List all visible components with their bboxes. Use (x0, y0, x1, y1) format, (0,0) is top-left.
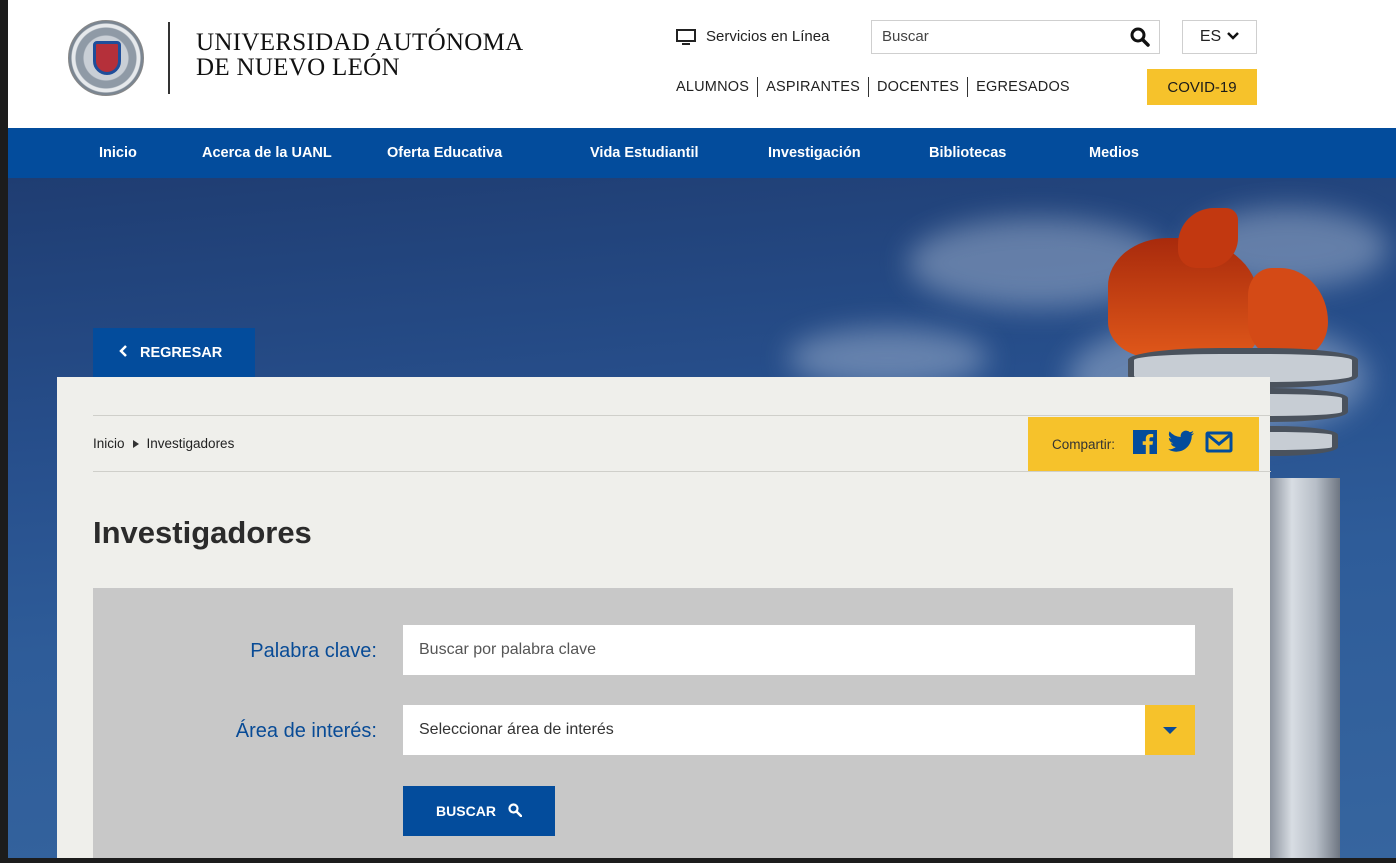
university-name[interactable]: UNIVERSIDAD AUTÓNOMA DE NUEVO LEÓN (196, 30, 524, 80)
share-bar: Compartir: (1028, 417, 1259, 471)
university-name-line2: DE NUEVO LEÓN (196, 54, 400, 81)
university-name-line1: UNIVERSIDAD AUTÓNOMA (196, 29, 524, 56)
back-button-label: REGRESAR (140, 345, 223, 361)
search-icon (508, 802, 523, 820)
university-seal-logo[interactable] (68, 20, 144, 96)
search-button[interactable]: BUSCAR (403, 786, 555, 836)
seal-shield-icon (93, 41, 121, 75)
nav-item-vida-estudiantil[interactable]: Vida Estudiantil (590, 145, 699, 161)
divider (93, 471, 1271, 472)
site-search (871, 20, 1160, 54)
site-search-input[interactable] (882, 28, 1112, 45)
area-select[interactable]: Seleccionar área de interés (403, 705, 1195, 755)
header-divider (168, 22, 170, 94)
search-icon[interactable] (1130, 27, 1150, 47)
frame-bottom-edge (0, 858, 1396, 863)
facebook-icon[interactable] (1133, 429, 1158, 459)
online-services-label: Servicios en Línea (706, 28, 830, 45)
link-aspirantes[interactable]: ASPIRANTES (766, 79, 860, 95)
link-alumnos[interactable]: ALUMNOS (676, 79, 749, 95)
main-nav: Inicio Acerca de la UANL Oferta Educativ… (8, 128, 1396, 178)
breadcrumb-current: Investigadores (146, 436, 235, 451)
nav-item-inicio[interactable]: Inicio (99, 145, 137, 161)
divider (93, 415, 1271, 416)
caret-down-icon (1163, 726, 1177, 734)
link-egresados[interactable]: EGRESADOS (976, 79, 1070, 95)
nav-item-investigacion[interactable]: Investigación (768, 145, 861, 161)
monitor-icon (676, 28, 696, 45)
link-separator (967, 77, 969, 97)
online-services-link[interactable]: Servicios en Línea (676, 28, 829, 45)
language-label: ES (1199, 28, 1222, 45)
twitter-icon[interactable] (1167, 430, 1195, 459)
area-select-toggle[interactable] (1145, 705, 1195, 755)
keyword-input[interactable] (403, 625, 1195, 675)
search-form: Palabra clave: Área de interés: Seleccio… (93, 588, 1233, 863)
link-separator (757, 77, 759, 97)
breadcrumb-home[interactable]: Inicio (93, 436, 125, 451)
caret-right-icon (132, 439, 139, 448)
chevron-down-icon (1227, 28, 1240, 46)
search-button-label: BUSCAR (436, 803, 496, 819)
area-label: Área de interés: (235, 720, 377, 742)
nav-item-acerca[interactable]: Acerca de la UANL (202, 145, 332, 161)
nav-item-medios[interactable]: Medios (1089, 145, 1139, 161)
audience-links: ALUMNOS ASPIRANTES DOCENTES EGRESADOS (676, 77, 1070, 97)
torch-tower-image (1260, 478, 1340, 858)
share-label: Compartir: (1052, 436, 1116, 452)
chevron-left-icon (119, 345, 128, 361)
language-selector[interactable]: ES (1182, 20, 1257, 54)
covid-button[interactable]: COVID-19 (1147, 69, 1257, 105)
content-panel: Inicio Investigadores Compartir: Investi… (57, 377, 1271, 863)
mail-icon[interactable] (1205, 431, 1233, 458)
keyword-label: Palabra clave: (250, 640, 377, 662)
back-button[interactable]: REGRESAR (93, 328, 255, 378)
link-docentes[interactable]: DOCENTES (877, 79, 959, 95)
site-header: UNIVERSIDAD AUTÓNOMA DE NUEVO LEÓN Servi… (8, 0, 1396, 128)
page-title: Investigadores (93, 515, 312, 550)
breadcrumb: Inicio Investigadores (93, 436, 234, 451)
frame-left-edge (0, 0, 8, 863)
link-separator (867, 77, 869, 97)
nav-item-oferta[interactable]: Oferta Educativa (387, 145, 502, 161)
nav-item-bibliotecas[interactable]: Bibliotecas (929, 145, 1006, 161)
area-select-value: Seleccionar área de interés (419, 721, 614, 738)
